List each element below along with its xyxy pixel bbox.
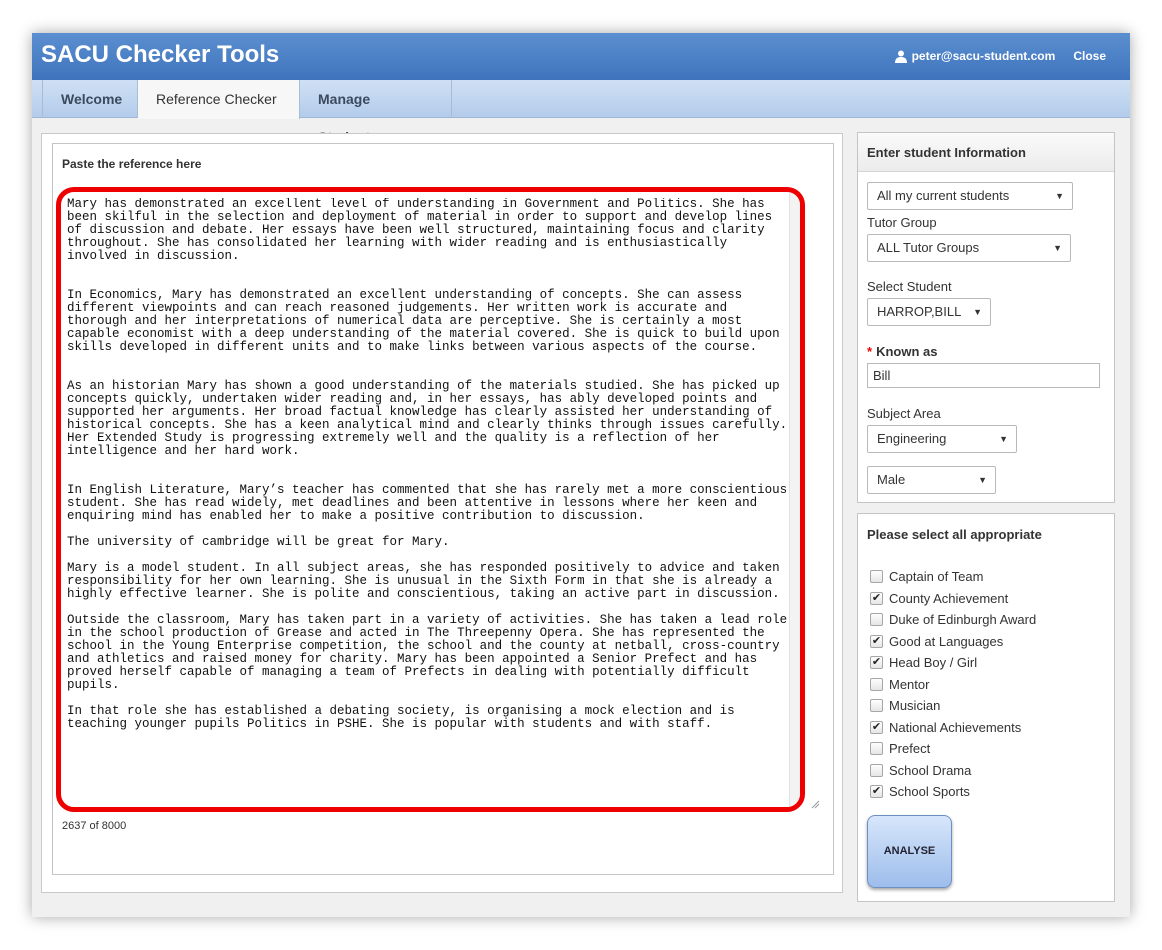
checkbox-unchecked[interactable] (870, 613, 883, 627)
checkbox-unchecked[interactable] (870, 699, 883, 713)
chevron-down-icon: ▼ (1055, 191, 1064, 201)
checkbox-item[interactable]: Duke of Edinburgh Award (870, 609, 1036, 631)
checkmark-icon: ✔ (871, 634, 882, 647)
tab-welcome[interactable]: Welcome (42, 80, 138, 118)
checkbox-checked[interactable]: ✔ (870, 634, 883, 648)
tab-reference-checker[interactable]: Reference Checker (138, 80, 300, 119)
tab-manage-students[interactable]: Manage Students (300, 80, 452, 145)
select-student-label: Select Student (867, 279, 952, 294)
checkbox-item[interactable]: ✔ National Achievements (870, 717, 1036, 739)
character-count: 2637 of 8000 (62, 820, 127, 832)
checkbox-unchecked[interactable] (870, 570, 883, 584)
chevron-down-icon: ▼ (978, 475, 987, 485)
checkbox-label: School Sports (889, 784, 970, 800)
students-filter-value: All my current students (877, 188, 1010, 203)
checkbox-unchecked[interactable] (870, 742, 883, 756)
checkbox-unchecked[interactable] (870, 763, 883, 777)
app-window: SACU Checker Tools peter@sacu-student.co… (32, 33, 1130, 917)
checkbox-item[interactable]: ✔ School Sports (870, 781, 1036, 803)
gender-value: Male (877, 472, 906, 487)
checkbox-label: Captain of Team (889, 569, 984, 585)
checkbox-label: Prefect (889, 741, 931, 757)
attributes-heading: Please select all appropriate (867, 527, 1042, 542)
analyse-button[interactable]: ANALYSE (867, 815, 952, 888)
checkbox-label: County Achievement (889, 590, 1009, 606)
checkbox-item[interactable]: ✔ Good at Languages (870, 631, 1036, 653)
tutor-group-select[interactable]: ALL Tutor Groups ▼ (867, 234, 1071, 262)
chevron-down-icon: ▼ (999, 434, 1008, 444)
checkbox-label: Head Boy / Girl (889, 655, 978, 671)
student-select-value: HARROP,BILL (877, 304, 962, 319)
user-area: peter@sacu-student.com Close (894, 49, 1106, 63)
tutor-group-value: ALL Tutor Groups (877, 240, 980, 255)
reference-textarea[interactable]: Mary has demonstrated an excellent level… (67, 198, 793, 798)
checkbox-checked[interactable]: ✔ (870, 785, 883, 799)
tutor-group-label: Tutor Group (867, 215, 937, 230)
checkbox-checked[interactable]: ✔ (870, 591, 883, 605)
reference-textarea-highlight: Mary has demonstrated an excellent level… (56, 187, 805, 812)
app-header: SACU Checker Tools peter@sacu-student.co… (32, 33, 1130, 80)
app-title: SACU Checker Tools (41, 41, 280, 68)
close-link[interactable]: Close (1073, 49, 1106, 63)
tab-bar: Welcome Reference Checker Manage Student… (32, 80, 1130, 145)
checkbox-label: Musician (889, 698, 941, 714)
checkbox-label: Good at Languages (889, 633, 1004, 649)
chevron-down-icon: ▼ (973, 307, 982, 317)
subject-area-value: Engineering (877, 431, 947, 446)
subject-area-select[interactable]: Engineering ▼ (867, 425, 1017, 453)
resize-grip-icon[interactable] (810, 799, 820, 809)
reference-panel: Paste the reference here Mary has demons… (41, 133, 843, 893)
checkbox-checked[interactable]: ✔ (870, 720, 883, 734)
required-marker: * (867, 344, 873, 359)
gender-select[interactable]: Male ▼ (867, 466, 996, 494)
paste-reference-label: Paste the reference here (62, 157, 202, 171)
checkbox-checked[interactable]: ✔ (870, 656, 883, 670)
checkbox-unchecked[interactable] (870, 677, 883, 691)
attributes-checkbox-list: Captain of Team ✔ County Achievement Duke o… (870, 566, 1036, 803)
known-as-label: * Known as (867, 344, 937, 359)
known-as-input[interactable]: Bill (867, 363, 1100, 388)
checkbox-label: National Achievements (889, 719, 1022, 735)
checkmark-icon: ✔ (871, 720, 882, 733)
attributes-panel: Please select all appropriate Captain of… (857, 513, 1115, 902)
known-as-label-text: Known as (876, 344, 938, 359)
student-select[interactable]: HARROP,BILL ▼ (867, 298, 991, 326)
student-info-heading: Enter student Information (858, 133, 1114, 172)
checkbox-item[interactable]: School Drama (870, 760, 1036, 782)
checkbox-item[interactable]: Musician (870, 695, 1036, 717)
user-icon (894, 50, 907, 63)
textarea-scrollbar[interactable] (789, 192, 800, 807)
checkbox-label: Mentor (889, 676, 930, 692)
checkmark-icon: ✔ (871, 656, 882, 669)
students-filter-select[interactable]: All my current students ▼ (867, 182, 1073, 210)
user-email: peter@sacu-student.com (911, 49, 1056, 63)
checkbox-label: Duke of Edinburgh Award (889, 612, 1037, 628)
checkbox-item[interactable]: Captain of Team (870, 566, 1036, 588)
checkbox-item[interactable]: ✔ Head Boy / Girl (870, 652, 1036, 674)
checkbox-item[interactable]: Prefect (870, 738, 1036, 760)
chevron-down-icon: ▼ (1053, 243, 1062, 253)
checkbox-item[interactable]: ✔ County Achievement (870, 588, 1036, 610)
checkbox-item[interactable]: Mentor (870, 674, 1036, 696)
student-info-panel: Enter student Information All my current… (857, 132, 1115, 503)
reference-inner-panel: Paste the reference here Mary has demons… (52, 143, 834, 875)
checkmark-icon: ✔ (871, 785, 882, 798)
checkbox-label: School Drama (889, 762, 972, 778)
checkmark-icon: ✔ (871, 591, 882, 604)
subject-area-label: Subject Area (867, 406, 941, 421)
